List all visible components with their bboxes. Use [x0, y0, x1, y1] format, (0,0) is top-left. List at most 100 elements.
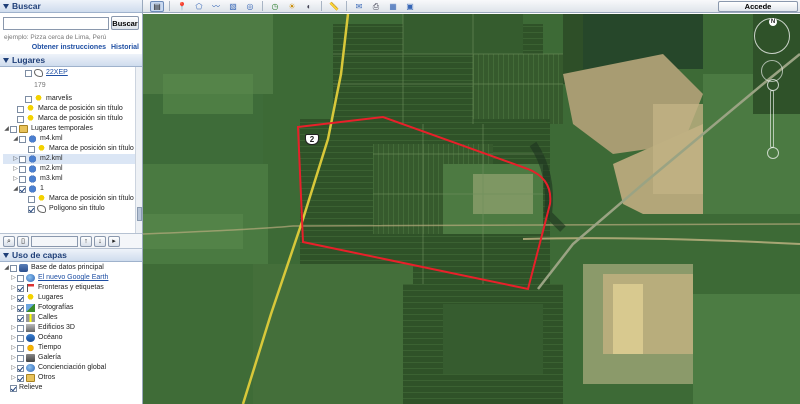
- email-icon[interactable]: ✉: [352, 1, 366, 12]
- checkbox[interactable]: [28, 205, 35, 213]
- move-up-button[interactable]: ↑: [80, 235, 92, 247]
- print-icon[interactable]: ⎙: [369, 1, 383, 12]
- layer-row[interactable]: Relieve: [3, 383, 142, 393]
- tree-row[interactable]: Polígono sin título: [3, 204, 142, 214]
- checkbox[interactable]: [17, 274, 24, 282]
- expand-arrow-icon[interactable]: ▷: [10, 353, 17, 363]
- expand-arrow-icon[interactable]: ▷: [12, 154, 19, 164]
- tree-row[interactable]: ▷ m2.kml: [3, 154, 142, 164]
- checkbox[interactable]: [19, 165, 26, 173]
- scrollbar-thumb[interactable]: [137, 207, 142, 221]
- tree-label[interactable]: 1: [40, 184, 44, 194]
- layer-row[interactable]: ▷ Lugares: [3, 293, 142, 303]
- collapse-arrow-icon[interactable]: ◢: [3, 263, 10, 273]
- checkbox[interactable]: [17, 294, 24, 302]
- places-panel-header[interactable]: Lugares: [0, 54, 142, 67]
- expand-arrow-icon[interactable]: ▷: [12, 174, 19, 184]
- layer-row[interactable]: ▷ Conciencia­ción global: [3, 363, 142, 373]
- checkbox[interactable]: [17, 284, 24, 292]
- tree-label[interactable]: Polígono sin título: [49, 204, 105, 214]
- zoom-slider[interactable]: [767, 79, 779, 159]
- tree-label[interactable]: Marca de posición sin título: [49, 144, 134, 154]
- layer-row[interactable]: ▷ Edificios 3D: [3, 323, 142, 333]
- layer-row[interactable]: Calles: [3, 313, 142, 323]
- tree-label[interactable]: m2.kml: [40, 164, 63, 174]
- save-image-icon[interactable]: ▣: [403, 1, 417, 12]
- layer-label[interactable]: Otros: [38, 373, 55, 383]
- tree-label[interactable]: marvelis: [46, 94, 72, 104]
- checkbox[interactable]: [17, 105, 24, 113]
- layer-label[interactable]: Lugares: [38, 293, 63, 303]
- checkbox[interactable]: [17, 344, 24, 352]
- tree-label[interactable]: Marca de posición sin título: [38, 114, 123, 124]
- checkbox[interactable]: [17, 304, 24, 312]
- search-places-button[interactable]: ⌕: [3, 235, 15, 247]
- expand-arrow-icon[interactable]: ▷: [10, 273, 17, 283]
- expand-arrow-icon[interactable]: ▷: [10, 303, 17, 313]
- view-in-maps-icon[interactable]: ▦: [386, 1, 400, 12]
- add-path-icon[interactable]: 〰: [209, 1, 223, 12]
- layer-label[interactable]: Fronteras y etiquetas: [38, 283, 104, 293]
- checkbox[interactable]: [19, 175, 26, 183]
- ruler-icon[interactable]: 📏: [327, 1, 341, 12]
- places-filter-input[interactable]: [31, 235, 78, 247]
- search-panel-header[interactable]: Buscar: [0, 0, 142, 13]
- layer-label[interactable]: Edificios 3D: [38, 323, 75, 333]
- collapse-arrow-icon[interactable]: ◢: [12, 134, 19, 144]
- tree-row[interactable]: 22XEP: [13, 68, 142, 78]
- layer-row[interactable]: ▷ Tiempo: [3, 343, 142, 353]
- layer-label[interactable]: Conciencia­ción global: [38, 363, 106, 373]
- tree-label[interactable]: Marca de posición sin título: [49, 194, 134, 204]
- tree-row[interactable]: Marca de posición sin título: [13, 104, 142, 114]
- layers-panel-header[interactable]: Uso de capas: [0, 249, 142, 262]
- search-input[interactable]: [3, 16, 109, 30]
- expand-arrow-icon[interactable]: ▷: [10, 363, 17, 373]
- panel-toggle-button[interactable]: ▯: [17, 235, 29, 247]
- checkbox[interactable]: [25, 95, 32, 103]
- tree-label[interactable]: Marca de posición sin título: [38, 104, 123, 114]
- checkbox[interactable]: [17, 314, 24, 322]
- more-options-button[interactable]: ▸: [108, 235, 120, 247]
- expand-arrow-icon[interactable]: ▷: [10, 293, 17, 303]
- compass-ring[interactable]: N: [754, 18, 790, 54]
- sidebar-toggle-icon[interactable]: ▤: [150, 0, 164, 12]
- tree-row[interactable]: marvelis: [13, 94, 142, 104]
- layer-row[interactable]: ◢ Base de datos principal: [3, 263, 142, 273]
- layer-row[interactable]: ▷ Fotografías: [3, 303, 142, 313]
- places-scrollbar[interactable]: [135, 67, 142, 233]
- layer-row[interactable]: ▷ Galería: [3, 353, 142, 363]
- tree-row[interactable]: ▷ m2.kml: [3, 164, 142, 174]
- tree-label[interactable]: m2.kml: [40, 154, 63, 164]
- layer-label[interactable]: El nuevo Google Earth: [38, 273, 108, 283]
- search-button[interactable]: Buscar: [111, 16, 139, 30]
- layer-row[interactable]: ▷ Fronteras y etiquetas: [3, 283, 142, 293]
- checkbox[interactable]: [10, 264, 17, 272]
- checkbox[interactable]: [17, 334, 24, 342]
- collapse-triangle-icon[interactable]: [3, 57, 9, 63]
- checkbox[interactable]: [28, 195, 35, 203]
- north-indicator-icon[interactable]: N: [769, 18, 777, 26]
- tree-row[interactable]: ◢ Lugares temporales: [3, 124, 142, 134]
- record-tour-icon[interactable]: ◎: [243, 1, 257, 12]
- checkbox[interactable]: [17, 354, 24, 362]
- tree-row[interactable]: Marca de posición sin título: [3, 144, 142, 154]
- layer-label[interactable]: Galería: [38, 353, 61, 363]
- expand-arrow-icon[interactable]: ▷: [10, 333, 17, 343]
- layer-row[interactable]: ▷ El nuevo Google Earth: [3, 273, 142, 283]
- directions-link[interactable]: Obtener instrucciones: [32, 44, 106, 51]
- history-link[interactable]: Historial: [111, 44, 139, 51]
- tree-label[interactable]: Lugares temporales: [31, 124, 93, 134]
- tree-row[interactable]: Marca de posición sin título: [3, 194, 142, 204]
- layer-label[interactable]: Base de datos principal: [31, 263, 104, 273]
- layer-label[interactable]: Océano: [38, 333, 63, 343]
- switch-planets-icon[interactable]: ◐: [302, 1, 316, 12]
- checkbox[interactable]: [28, 145, 35, 153]
- expand-arrow-icon[interactable]: ▷: [10, 323, 17, 333]
- move-down-button[interactable]: ↓: [94, 235, 106, 247]
- tree-label[interactable]: 22XEP: [46, 68, 68, 78]
- checkbox[interactable]: [19, 155, 26, 163]
- checkbox[interactable]: [19, 135, 26, 143]
- layer-label[interactable]: Tiempo: [38, 343, 61, 353]
- tree-row[interactable]: ◢ m4.kml: [3, 134, 142, 144]
- checkbox[interactable]: [17, 324, 24, 332]
